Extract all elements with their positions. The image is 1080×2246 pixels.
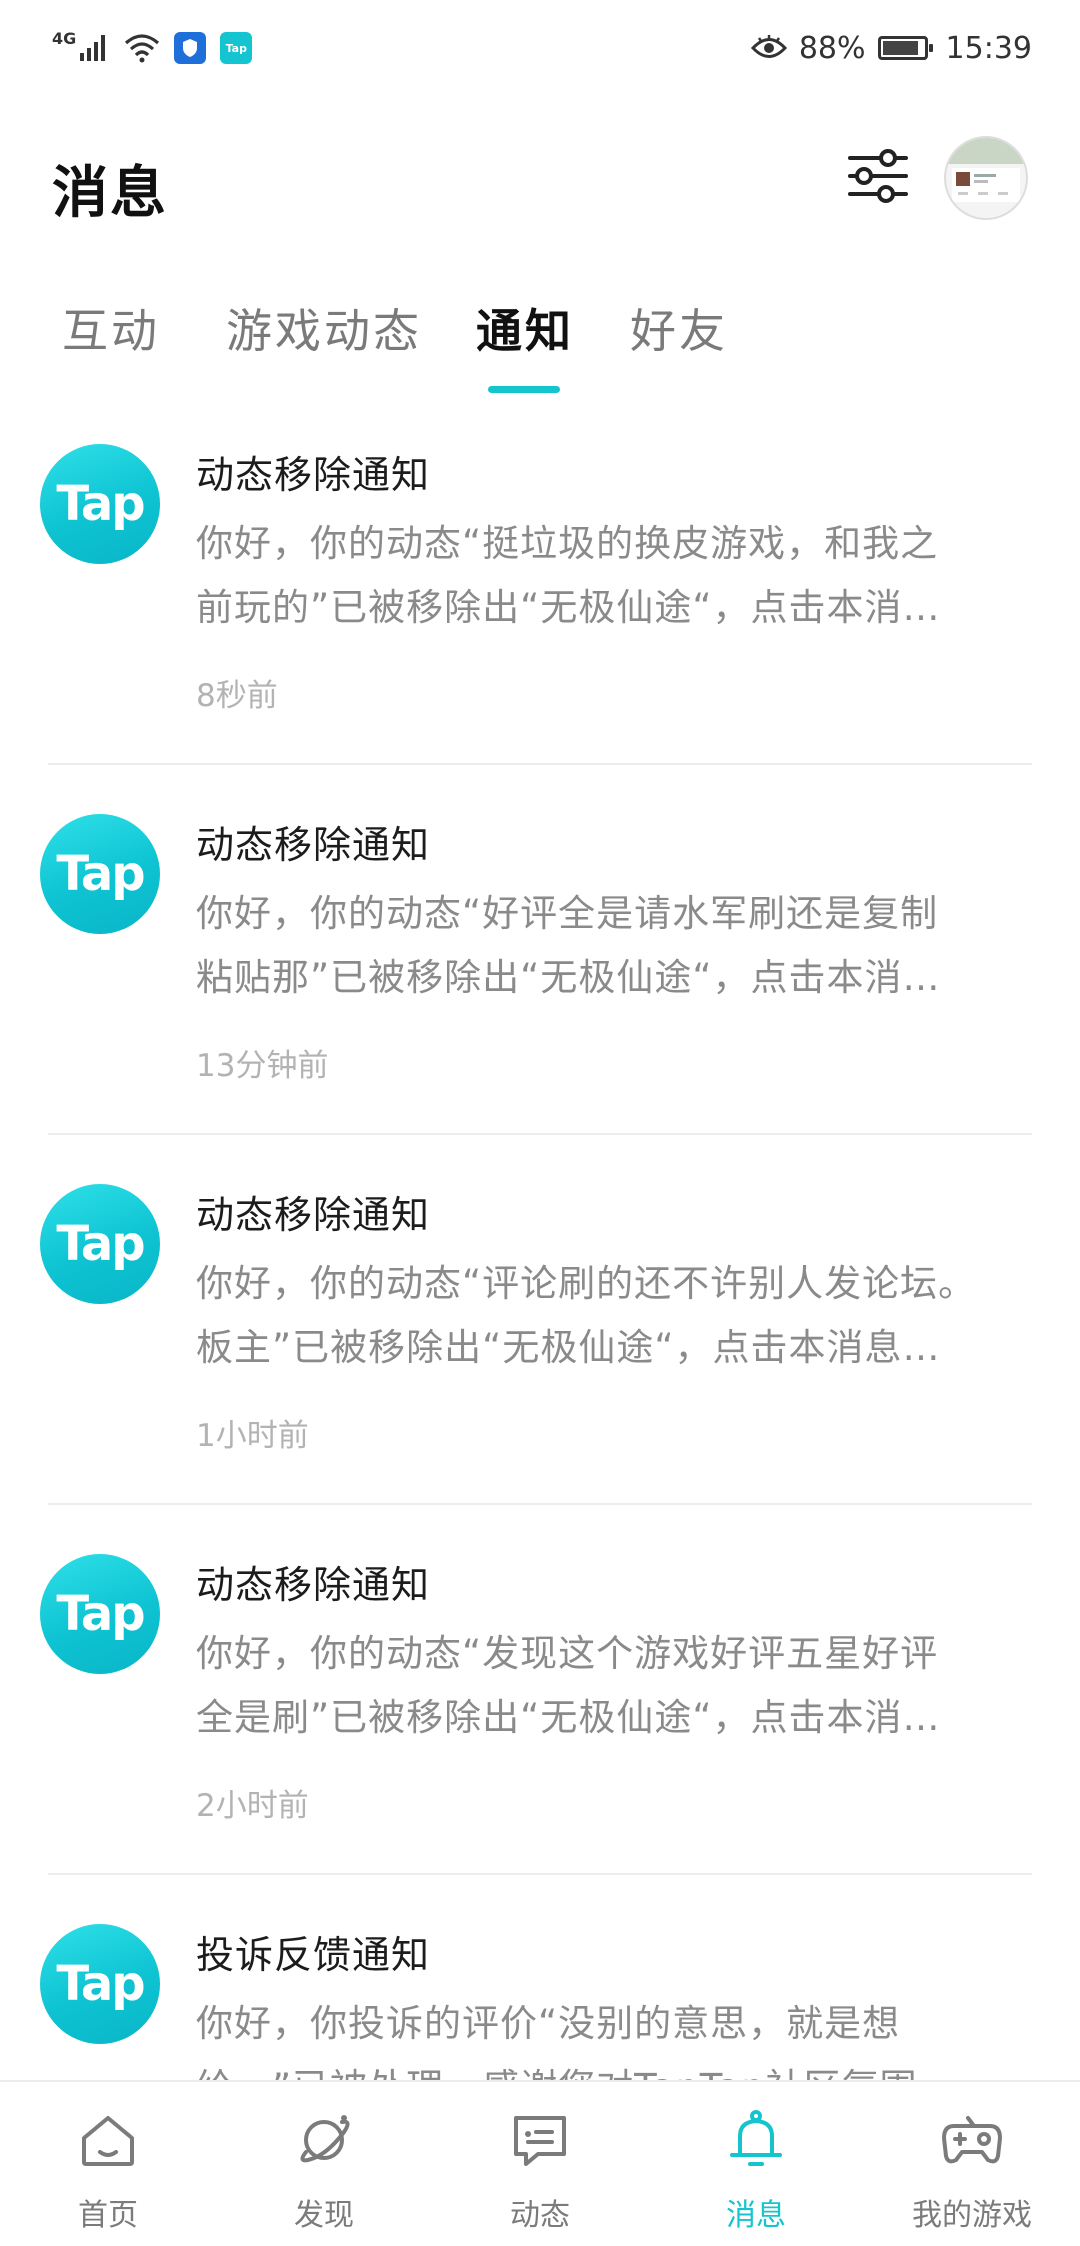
taptap-logo-icon: Tap (40, 814, 160, 934)
taptap-logo-icon: Tap (40, 1924, 160, 2044)
notification-body-line: 前玩的”已被移除出“无极仙途“，点击本消… (196, 586, 941, 629)
taptap-logo-icon: Tap (40, 1554, 160, 1674)
notification-body-line: 全是刷”已被移除出“无极仙途“，点击本消… (196, 1696, 941, 1739)
taptap-logo-icon: Tap (40, 444, 160, 564)
divider (48, 1873, 1032, 1875)
taptap-app-icon: Tap (220, 32, 253, 64)
tab-game-updates[interactable]: 游戏动态 (226, 295, 422, 361)
status-left: 4G Tap (52, 28, 253, 68)
nav-my-games-label: 我的游戏 (912, 2198, 1032, 2233)
message-tabs: 互动 游戏动态 通知 好友 (0, 295, 1080, 365)
nav-moments[interactable]: 动态 (432, 2082, 648, 2246)
notification-body-line: 你好，你投诉的评价“没别的意思，就是想 (196, 2002, 901, 2045)
notification-time: 1小时前 (196, 1418, 309, 1454)
notification-title: 投诉反馈通知 (196, 1933, 431, 1977)
divider (48, 1503, 1032, 1505)
notification-title: 动态移除通知 (196, 823, 431, 867)
notification-time: 2小时前 (196, 1788, 309, 1824)
nav-discover[interactable]: 发现 (216, 2082, 432, 2246)
tab-interaction[interactable]: 互动 (62, 295, 160, 361)
status-right: 88% 15:39 (750, 26, 1032, 70)
bottom-navigation: 首页 发现 动态 消息 我的游戏 (0, 2080, 1080, 2246)
nav-messages-label: 消息 (726, 2198, 786, 2233)
divider (48, 763, 1032, 765)
notification-body: 你好，你的动态“发现这个游戏好评五星好评 全是刷”已被移除出“无极仙途“，点击本… (196, 1622, 1034, 1750)
planet-icon (300, 2115, 350, 2163)
notification-body-line: 板主”已被移除出“无极仙途“，点击本消息… (196, 1326, 941, 1369)
battery-level-fill (882, 41, 918, 55)
eye-comfort-icon (750, 35, 787, 58)
user-avatar[interactable] (944, 136, 1028, 220)
signal-icon (80, 35, 106, 61)
notification-body: 你好，你的动态“挺垃圾的换皮游戏，和我之 前玩的”已被移除出“无极仙途“，点击本… (196, 512, 1034, 640)
nav-discover-label: 发现 (294, 2198, 354, 2233)
avatar-image (946, 138, 1026, 202)
notification-body: 你好，你的动态“评论刷的还不许别人发论坛。 板主”已被移除出“无极仙途“，点击本… (196, 1252, 1034, 1380)
notification-body-line: 粘贴那”已被移除出“无极仙途“，点击本消… (196, 956, 941, 999)
battery-percent: 88% (798, 30, 866, 66)
notification-body: 你好，你的动态“好评全是请水军刷还是复制 粘贴那”已被移除出“无极仙途“，点击本… (196, 882, 1034, 1010)
tab-notifications[interactable]: 通知 (476, 295, 574, 361)
nav-home[interactable]: 首页 (0, 2082, 216, 2246)
page-title: 消息 (52, 161, 168, 226)
status-bar: 4G Tap 88% 15:39 (0, 0, 1080, 100)
chat-icon (514, 2116, 566, 2166)
nav-home-label: 首页 (78, 2198, 138, 2233)
shield-app-icon (174, 32, 207, 64)
nav-moments-label: 动态 (510, 2198, 570, 2233)
sliders-icon (848, 149, 908, 203)
notification-time: 13分钟前 (196, 1048, 329, 1084)
home-icon (82, 2116, 134, 2166)
bell-icon (730, 2110, 782, 2166)
nav-my-games[interactable]: 我的游戏 (864, 2082, 1080, 2246)
divider (48, 1133, 1032, 1135)
nav-messages[interactable]: 消息 (648, 2082, 864, 2246)
battery-icon (877, 36, 933, 60)
notification-body-line: 你好，你的动态“评论刷的还不许别人发论坛。 (196, 1262, 977, 1305)
notification-body-line: 你好，你的动态“发现这个游戏好评五星好评 (196, 1632, 939, 1675)
notification-body-line: 你好，你的动态“好评全是请水军刷还是复制 (196, 892, 939, 935)
notification-body-line: 你好，你的动态“挺垃圾的换皮游戏，和我之 (196, 522, 939, 565)
active-tab-indicator (488, 386, 560, 393)
clock: 15:39 (945, 30, 1032, 66)
network-type: 4G (52, 28, 77, 48)
notification-title: 动态移除通知 (196, 1193, 431, 1237)
notification-title: 动态移除通知 (196, 1563, 431, 1607)
taptap-logo-icon: Tap (40, 1184, 160, 1304)
tab-friends[interactable]: 好友 (630, 295, 728, 361)
gamepad-icon (942, 2116, 1002, 2164)
notification-title: 动态移除通知 (196, 453, 431, 497)
filter-settings-button[interactable] (846, 144, 910, 208)
notification-time: 8秒前 (196, 678, 278, 714)
wifi-icon (125, 34, 160, 63)
